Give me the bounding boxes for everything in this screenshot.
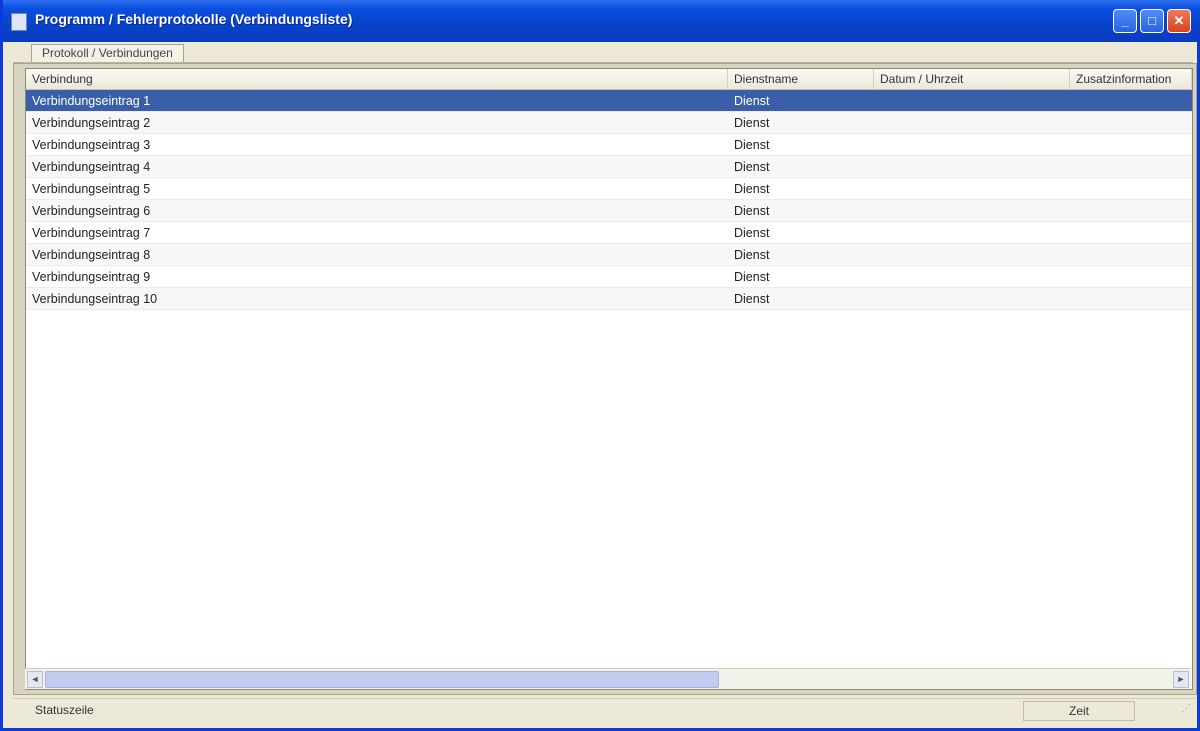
cell-date [874, 134, 1070, 156]
cell-date [874, 200, 1070, 222]
table-row[interactable]: Verbindungseintrag 4 Dienst [26, 156, 1192, 178]
cell-date [874, 244, 1070, 266]
cell-date [874, 156, 1070, 178]
column-header-service[interactable]: Dienstname [728, 69, 874, 89]
scroll-left-arrow-icon[interactable]: ◄ [27, 671, 43, 688]
close-button[interactable]: ✕ [1167, 9, 1191, 33]
minimize-button[interactable]: _ [1113, 9, 1137, 33]
scroll-thumb[interactable] [45, 671, 719, 688]
cell-info [1070, 156, 1192, 178]
cell-date [874, 90, 1070, 112]
cell-info [1070, 222, 1192, 244]
table-row[interactable]: Verbindungseintrag 6 Dienst [26, 200, 1192, 222]
cell-info [1070, 266, 1192, 288]
table-row[interactable]: Verbindungseintrag 8 Dienst [26, 244, 1192, 266]
title-bar[interactable]: Programm / Fehlerprotokolle (Verbindungs… [3, 0, 1200, 42]
app-window: Programm / Fehlerprotokolle (Verbindungs… [0, 0, 1200, 731]
cell-name: Verbindungseintrag 1 [32, 94, 151, 108]
column-header-info[interactable]: Zusatzinformation [1070, 69, 1192, 89]
cell-info [1070, 134, 1192, 156]
cell-name: Verbindungseintrag 10 [32, 292, 158, 306]
cell-name: Verbindungseintrag 9 [32, 270, 151, 284]
table-row[interactable]: Verbindungseintrag 5 Dienst [26, 178, 1192, 200]
cell-info [1070, 200, 1192, 222]
cell-name: Verbindungseintrag 5 [32, 182, 151, 196]
cell-service: Dienst [734, 94, 770, 108]
cell-service: Dienst [734, 270, 770, 284]
cell-date [874, 288, 1070, 310]
column-header-date[interactable]: Datum / Uhrzeit [874, 69, 1070, 89]
cell-service: Dienst [734, 248, 770, 262]
cell-name: Verbindungseintrag 6 [32, 204, 151, 218]
cell-service: Dienst [734, 204, 770, 218]
cell-service: Dienst [734, 292, 770, 306]
window-title: Programm / Fehlerprotokolle (Verbindungs… [35, 11, 353, 27]
table-row[interactable]: Verbindungseintrag 9 Dienst [26, 266, 1192, 288]
cell-name: Verbindungseintrag 4 [32, 160, 151, 174]
status-time: Zeit [1023, 701, 1135, 721]
horizontal-scrollbar[interactable]: ◄ ► [25, 668, 1191, 689]
cell-date [874, 222, 1070, 244]
tab-strip: Protokoll / Verbindungen [13, 44, 1193, 63]
cell-service: Dienst [734, 160, 770, 174]
resize-grip-icon[interactable]: ⋰ [1181, 703, 1193, 717]
cell-name: Verbindungseintrag 2 [32, 116, 151, 130]
connections-table: Verbindung Dienstname Datum / Uhrzeit Zu… [25, 68, 1193, 690]
cell-name: Verbindungseintrag 8 [32, 248, 151, 262]
app-icon [11, 13, 27, 31]
cell-service: Dienst [734, 116, 770, 130]
cell-service: Dienst [734, 182, 770, 196]
cell-info [1070, 90, 1192, 112]
cell-name: Verbindungseintrag 3 [32, 138, 151, 152]
status-text: Statuszeile [35, 703, 94, 717]
table-row[interactable]: Verbindungseintrag 3 Dienst [26, 134, 1192, 156]
cell-date [874, 178, 1070, 200]
cell-info [1070, 112, 1192, 134]
cell-date [874, 112, 1070, 134]
cell-name: Verbindungseintrag 7 [32, 226, 151, 240]
status-bar: Statuszeile Zeit ⋰ [13, 698, 1195, 723]
table-row[interactable]: Verbindungseintrag 2 Dienst [26, 112, 1192, 134]
column-header-connection[interactable]: Verbindung [26, 69, 728, 89]
tab-protocol[interactable]: Protokoll / Verbindungen [31, 44, 184, 62]
cell-info [1070, 288, 1192, 310]
scroll-right-arrow-icon[interactable]: ► [1173, 671, 1189, 688]
cell-service: Dienst [734, 226, 770, 240]
table-row[interactable]: Verbindungseintrag 1 Dienst [26, 90, 1192, 112]
cell-info [1070, 244, 1192, 266]
maximize-button[interactable]: □ [1140, 9, 1164, 33]
cell-date [874, 266, 1070, 288]
cell-service: Dienst [734, 138, 770, 152]
table-header: Verbindung Dienstname Datum / Uhrzeit Zu… [26, 69, 1192, 90]
table-row[interactable]: Verbindungseintrag 7 Dienst [26, 222, 1192, 244]
cell-info [1070, 178, 1192, 200]
table-row[interactable]: Verbindungseintrag 10 Dienst [26, 288, 1192, 310]
